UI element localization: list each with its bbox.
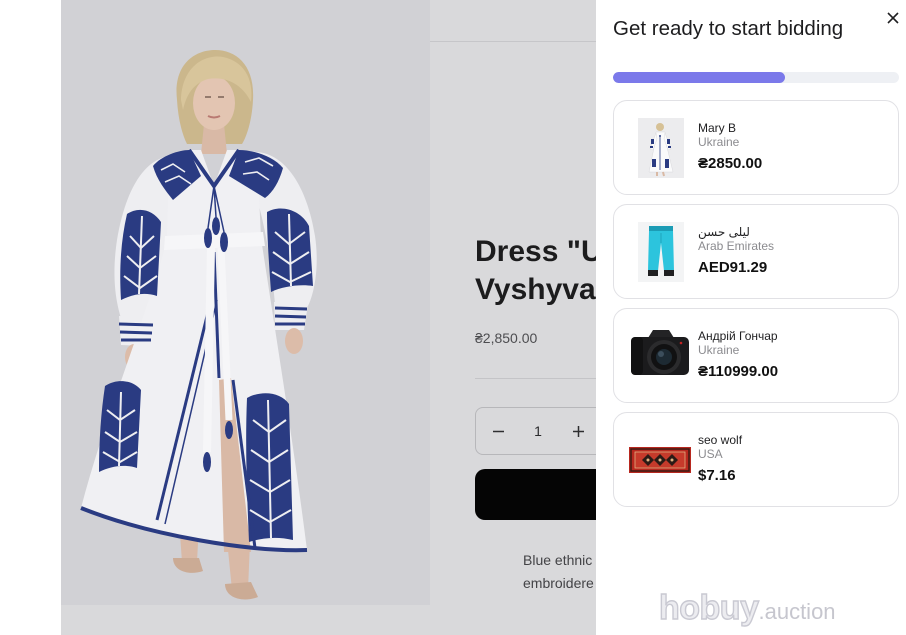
bidder-country: Ukraine [698,343,740,357]
progress-bar [613,72,899,83]
product-price: ₴2,850.00 [475,330,538,346]
bid-card[interactable]: ليلى حسن Arab Emirates AED91.29 [613,204,899,299]
bidder-country: Ukraine [698,135,740,149]
bidder-country: Arab Emirates [698,239,775,253]
primary-action-button[interactable] [475,469,596,520]
bid-price: ₴110999.00 [698,363,779,380]
panel-title: Get ready to start bidding [613,17,844,40]
logo-suffix: .auction [758,599,836,624]
bidder-name: Андрій Гончар [698,329,778,343]
hobuy-logo: hobuy.auction [658,588,836,628]
product-page: Dress "U Vyshyva ₴2,850.00 1 Blue ethnic… [61,0,596,635]
logo-brand: hobuy [658,588,759,627]
bid-info: ليلى حسن Arab Emirates AED91.29 [698,225,774,277]
bid-list: Mary B Ukraine ₴2850.00 ليلى حسن Arab Em… [613,100,899,516]
bid-item-image [629,447,691,473]
product-title: Dress "U Vyshyva [475,233,596,309]
header-divider [430,41,596,42]
bid-info: Андрій Гончар Ukraine ₴110999.00 [698,329,778,381]
bid-item-image [631,330,689,375]
bid-price: ₴2850.00 [698,155,763,172]
quantity-stepper[interactable]: 1 [475,407,596,455]
quantity-value: 1 [534,423,542,439]
bid-card[interactable]: seo wolf USA $7.16 [613,412,899,507]
bid-price: $7.16 [698,467,736,484]
product-title-line: Dress "U [475,235,596,268]
bid-info: Mary B Ukraine ₴2850.00 [698,121,762,173]
bidder-name: ليلى حسن [698,225,750,239]
bid-card[interactable]: Mary B Ukraine ₴2850.00 [613,100,899,195]
description-line: Blue ethnic [523,552,593,568]
product-title-line: Vyshyva [475,273,596,306]
increase-quantity-button[interactable] [563,408,593,454]
bidding-panel: Get ready to start bidding Mary B Ukrain… [596,0,906,635]
progress-fill [613,72,785,83]
close-icon [887,12,899,24]
bidder-name: seo wolf [698,433,743,447]
description-line: embroidere [523,575,594,591]
product-photo [61,0,430,605]
close-button[interactable] [885,10,901,26]
section-divider [475,378,596,379]
bid-item-image [638,118,684,178]
bidder-name: Mary B [698,121,737,135]
bid-info: seo wolf USA $7.16 [698,433,742,485]
bid-card[interactable]: Андрій Гончар Ukraine ₴110999.00 [613,308,899,403]
plus-icon [572,425,584,437]
bid-price: AED91.29 [698,259,768,276]
bidder-country: USA [698,447,723,461]
decrease-quantity-button[interactable] [483,408,513,454]
minus-icon [492,430,504,432]
bid-item-image [638,222,684,282]
product-description: Blue ethnic embroidere [523,549,594,595]
